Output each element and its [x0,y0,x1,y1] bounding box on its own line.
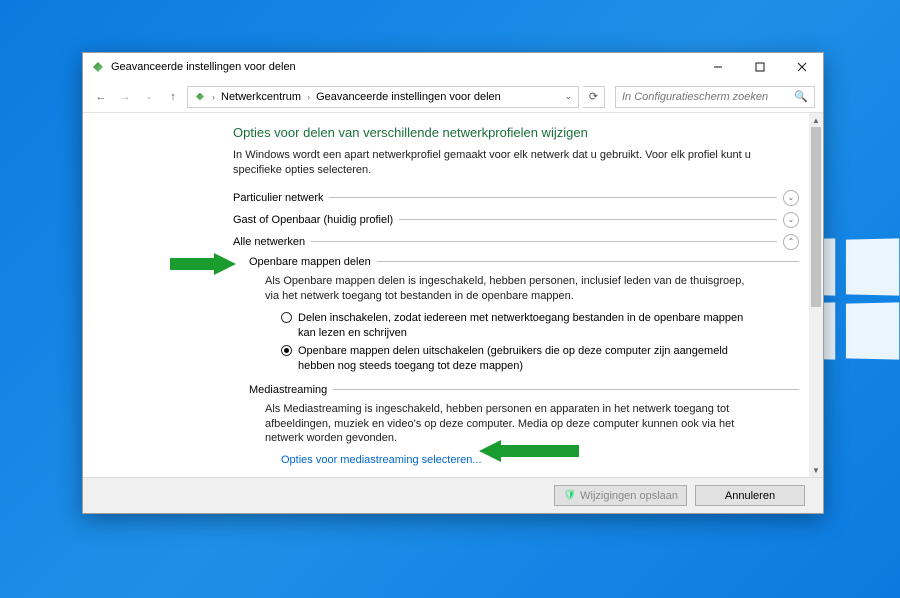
content-area: Opties voor delen van verschillende netw… [83,113,809,477]
subsection-desc: Als Openbare mappen delen is ingeschakel… [265,274,799,304]
sharing-settings-window: Geavanceerde instellingen voor delen ← →… [82,52,824,514]
subsection-desc: Als Mediastreaming is ingeschakeld, hebb… [265,402,799,447]
breadcrumb-item[interactable]: Netwerkcentrum [221,91,301,103]
section-private-network[interactable]: Particulier netwerk ⌄ [233,190,799,206]
button-label: Wijzigingen opslaan [580,490,678,502]
minimize-button[interactable] [697,53,739,81]
radio-icon [281,345,292,356]
vertical-scrollbar[interactable]: ▲ ▼ [809,113,823,477]
titlebar: Geavanceerde instellingen voor delen [83,53,823,81]
recent-dropdown[interactable]: ⌄ [139,86,159,108]
radio-icon [281,312,292,323]
radio-disable-sharing[interactable]: Openbare mappen delen uitschakelen (gebr… [281,344,799,374]
network-sharing-icon [194,91,206,103]
search-box[interactable]: 🔍 [615,86,815,108]
cancel-button[interactable]: Annuleren [695,485,805,506]
section-label: Particulier netwerk [233,192,323,204]
forward-button[interactable]: → [115,86,135,108]
subsection-title: Mediastreaming [249,384,327,396]
media-streaming-group: Mediastreaming Als Mediastreaming is ing… [249,384,799,467]
chevron-down-icon[interactable]: ⌄ [783,190,799,206]
radio-enable-sharing[interactable]: Delen inschakelen, zodat iedereen met ne… [281,311,799,341]
section-guest-public[interactable]: Gast of Openbaar (huidig profiel) ⌄ [233,212,799,228]
dialog-footer: 🛡 Wijzigingen opslaan Annuleren [83,477,823,513]
scroll-thumb[interactable] [811,127,821,307]
chevron-down-icon[interactable]: ⌄ [564,91,572,102]
subsection-title: Verbindingen voor het delen van bestande… [249,476,461,477]
maximize-button[interactable] [739,53,781,81]
chevron-right-icon: › [212,92,215,102]
media-streaming-options-link[interactable]: Opties voor mediastreaming selecteren... [281,454,482,466]
network-sharing-icon [91,60,105,74]
public-folder-sharing-group: Openbare mappen delen Als Openbare mappe… [249,256,799,374]
up-button[interactable]: ↑ [163,86,183,108]
page-title: Opties voor delen van verschillende netw… [233,125,799,140]
section-all-networks[interactable]: Alle netwerken ⌃ [233,234,799,250]
search-icon: 🔍 [794,90,808,103]
shield-icon: 🛡 [563,490,576,501]
subsection-title: Openbare mappen delen [249,256,371,268]
back-button[interactable]: ← [91,86,111,108]
refresh-button[interactable]: ⟳ [583,86,605,108]
chevron-up-icon[interactable]: ⌃ [783,234,799,250]
navigation-bar: ← → ⌄ ↑ › Netwerkcentrum › Geavanceerde … [83,81,823,113]
chevron-down-icon[interactable]: ⌄ [783,212,799,228]
section-label: Gast of Openbaar (huidig profiel) [233,214,393,226]
radio-label: Openbare mappen delen uitschakelen (gebr… [298,344,759,374]
scroll-down-button[interactable]: ▼ [809,463,823,477]
radio-label: Delen inschakelen, zodat iedereen met ne… [298,311,759,341]
scroll-up-button[interactable]: ▲ [809,113,823,127]
button-label: Annuleren [725,490,775,502]
file-sharing-connections-group: Verbindingen voor het delen van bestande… [249,476,799,477]
intro-text: In Windows wordt een apart netwerkprofie… [233,148,799,178]
save-changes-button[interactable]: 🛡 Wijzigingen opslaan [554,485,687,506]
search-input[interactable] [622,91,792,103]
scroll-track[interactable] [809,127,823,463]
address-bar[interactable]: › Netwerkcentrum › Geavanceerde instelli… [187,86,579,108]
section-label: Alle netwerken [233,236,305,248]
window-title: Geavanceerde instellingen voor delen [111,61,296,73]
breadcrumb-item[interactable]: Geavanceerde instellingen voor delen [316,91,501,103]
close-button[interactable] [781,53,823,81]
chevron-right-icon: › [307,92,310,102]
